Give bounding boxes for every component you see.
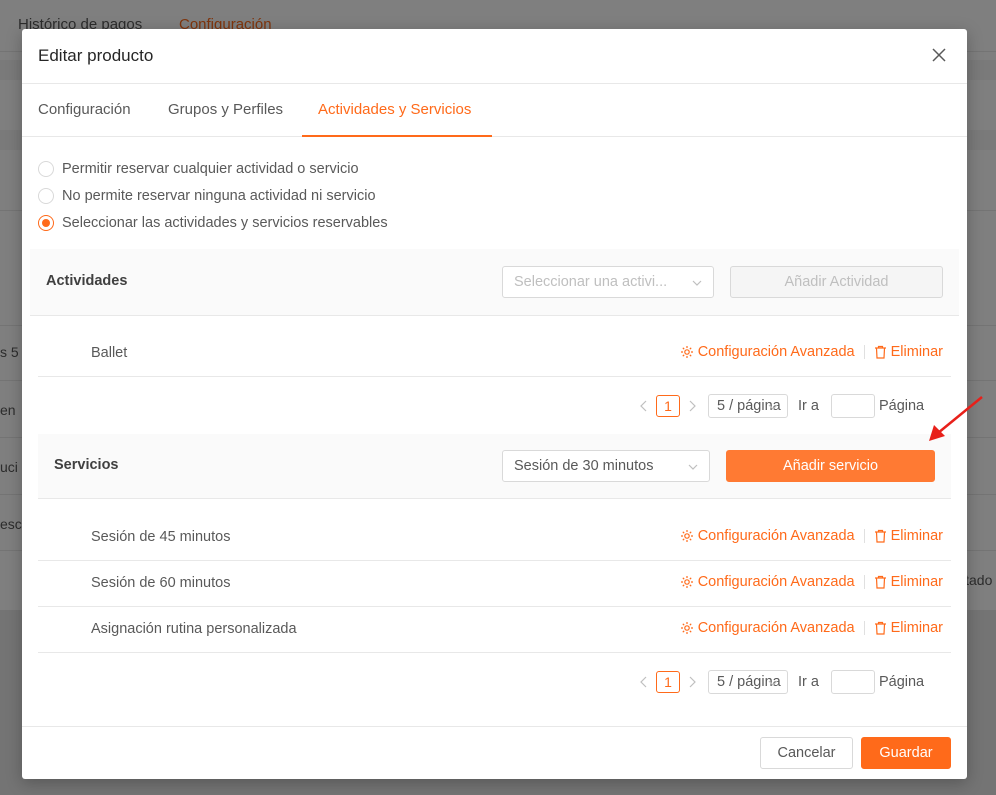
row-actions: Configuración Avanzada Eliminar xyxy=(680,528,943,544)
previous-page-icon[interactable] xyxy=(636,394,652,418)
row-actions: Configuración Avanzada Eliminar xyxy=(680,344,943,360)
next-page-icon[interactable] xyxy=(684,670,700,694)
gear-icon xyxy=(680,622,693,634)
gear-icon xyxy=(680,576,693,588)
service-name: Sesión de 45 minutos xyxy=(91,529,231,545)
chevron-down-icon xyxy=(768,680,778,686)
page-number[interactable]: 1 xyxy=(656,671,680,693)
services-title: Servicios xyxy=(54,457,119,473)
page-label: Página xyxy=(878,674,925,690)
delete-link[interactable]: Eliminar xyxy=(874,344,943,360)
advanced-config-link[interactable]: Configuración Avanzada xyxy=(680,620,855,636)
save-button[interactable]: Guardar xyxy=(861,737,951,769)
advanced-config-link[interactable]: Configuración Avanzada xyxy=(680,344,855,360)
edit-product-modal: Editar producto Configuración Grupos y P… xyxy=(22,29,967,779)
advanced-config-label: Configuración Avanzada xyxy=(697,574,855,590)
active-tab-indicator xyxy=(302,135,492,137)
advanced-config-link[interactable]: Configuración Avanzada xyxy=(680,528,855,544)
chevron-down-icon xyxy=(692,280,702,286)
activities-title: Actividades xyxy=(46,273,128,289)
service-row: Asignación rutina personalizada Configur… xyxy=(38,607,951,653)
radio-button[interactable] xyxy=(38,188,54,204)
action-divider xyxy=(863,529,865,543)
delete-label: Eliminar xyxy=(890,620,943,636)
service-row: Sesión de 60 minutos Configuración Avanz… xyxy=(38,561,951,607)
service-name: Asignación rutina personalizada xyxy=(91,621,297,637)
option-allow-none[interactable]: No permite reservar ninguna actividad ni… xyxy=(38,186,376,206)
radio-label: Seleccionar las actividades y servicios … xyxy=(62,215,388,231)
action-divider xyxy=(863,575,865,589)
modal-header: Editar producto xyxy=(22,29,967,84)
service-select-value: Sesión de 30 minutos xyxy=(514,458,654,474)
action-divider xyxy=(863,345,865,359)
page-label: Página xyxy=(878,398,925,414)
advanced-config-label: Configuración Avanzada xyxy=(697,344,855,360)
delete-link[interactable]: Eliminar xyxy=(874,574,943,590)
add-activity-button[interactable]: Añadir Actividad xyxy=(730,266,943,298)
delete-label: Eliminar xyxy=(890,528,943,544)
action-divider xyxy=(863,621,865,635)
gear-icon xyxy=(680,346,693,358)
radio-button[interactable] xyxy=(38,161,54,177)
service-row: Sesión de 45 minutos Configuración Avanz… xyxy=(38,515,951,561)
tab-configuration[interactable]: Configuración xyxy=(38,101,131,118)
goto-page-input[interactable] xyxy=(830,670,875,694)
page-size-select[interactable]: 5 / página xyxy=(708,394,788,418)
option-select-specific[interactable]: Seleccionar las actividades y servicios … xyxy=(38,213,388,233)
next-page-icon[interactable] xyxy=(684,394,700,418)
option-allow-any[interactable]: Permitir reservar cualquier actividad o … xyxy=(38,159,359,179)
radio-label: No permite reservar ninguna actividad ni… xyxy=(62,188,376,204)
activities-pagination: 1 5 / página Ir a Página xyxy=(636,394,924,418)
services-pagination: 1 5 / página Ir a Página xyxy=(636,670,924,694)
delete-label: Eliminar xyxy=(890,344,943,360)
services-header: Servicios Sesión de 30 minutos Añadir se… xyxy=(38,434,951,499)
service-select[interactable]: Sesión de 30 minutos xyxy=(502,450,710,482)
modal-footer: Cancelar Guardar xyxy=(22,726,967,779)
trash-icon xyxy=(874,345,886,359)
tab-groups-profiles[interactable]: Grupos y Perfiles xyxy=(168,101,283,118)
gear-icon xyxy=(680,530,693,542)
row-actions: Configuración Avanzada Eliminar xyxy=(680,620,943,636)
activities-header: Actividades Seleccionar una activi... Añ… xyxy=(30,249,959,316)
row-actions: Configuración Avanzada Eliminar xyxy=(680,574,943,590)
trash-icon xyxy=(874,529,886,543)
goto-label: Ir a xyxy=(798,398,819,414)
delete-link[interactable]: Eliminar xyxy=(874,528,943,544)
chevron-down-icon xyxy=(688,464,698,470)
radio-button-checked[interactable] xyxy=(38,215,54,231)
delete-label: Eliminar xyxy=(890,574,943,590)
delete-link[interactable]: Eliminar xyxy=(874,620,943,636)
page-number[interactable]: 1 xyxy=(656,395,680,417)
activity-name: Ballet xyxy=(91,345,128,361)
modal-title: Editar producto xyxy=(38,46,154,65)
advanced-config-link[interactable]: Configuración Avanzada xyxy=(680,574,855,590)
cancel-button[interactable]: Cancelar xyxy=(760,737,853,769)
goto-label: Ir a xyxy=(798,674,819,690)
advanced-config-label: Configuración Avanzada xyxy=(697,528,855,544)
page-size-select[interactable]: 5 / página xyxy=(708,670,788,694)
close-icon[interactable] xyxy=(927,43,951,67)
trash-icon xyxy=(874,621,886,635)
trash-icon xyxy=(874,575,886,589)
previous-page-icon[interactable] xyxy=(636,670,652,694)
activity-row: Ballet Configuración Avanzada Eliminar xyxy=(38,331,951,377)
tab-activities-services[interactable]: Actividades y Servicios xyxy=(318,101,471,118)
add-service-button[interactable]: Añadir servicio xyxy=(726,450,935,482)
modal-tabs: Configuración Grupos y Perfiles Activida… xyxy=(22,84,967,137)
radio-label: Permitir reservar cualquier actividad o … xyxy=(62,161,359,177)
goto-page-input[interactable] xyxy=(830,394,875,418)
advanced-config-label: Configuración Avanzada xyxy=(697,620,855,636)
activity-select-placeholder: Seleccionar una activi... xyxy=(514,274,668,290)
service-name: Sesión de 60 minutos xyxy=(91,575,231,591)
activity-select[interactable]: Seleccionar una activi... xyxy=(502,266,714,298)
chevron-down-icon xyxy=(768,404,778,410)
